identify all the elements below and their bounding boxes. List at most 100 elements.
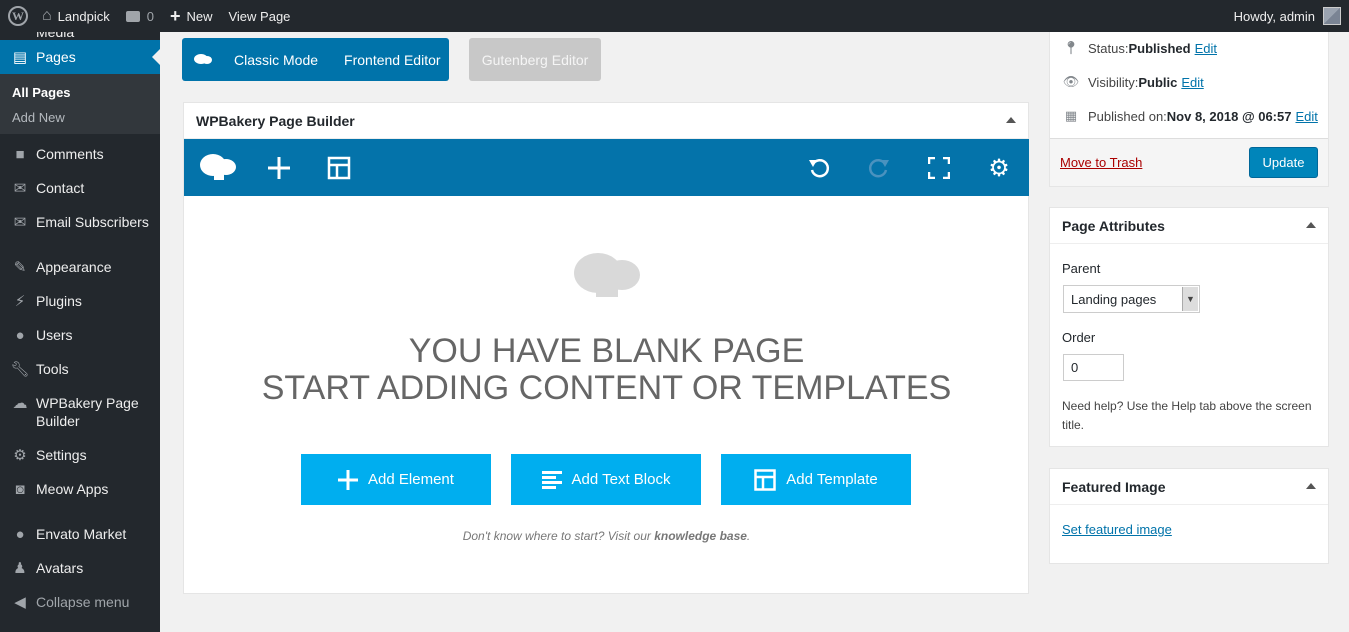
edit-visibility-link[interactable]: Edit — [1181, 75, 1203, 90]
sidebar-item-appearance[interactable]: ✎ Appearance — [0, 250, 160, 284]
sidebar-item-wpbakery[interactable]: ☁ WPBakery Page Builder — [0, 386, 160, 438]
move-to-trash-link[interactable]: Move to Trash — [1060, 155, 1142, 170]
collapse-menu-button[interactable]: ◀ Collapse menu — [0, 585, 160, 619]
add-element-button[interactable]: Add Element — [301, 454, 491, 505]
redo-icon[interactable] — [864, 153, 894, 183]
sidebar-item-meow-apps[interactable]: ◙ Meow Apps — [0, 472, 160, 506]
update-button[interactable]: Update — [1249, 147, 1318, 178]
settings-icon: ⚙ — [13, 447, 27, 464]
howdy-account-link[interactable]: Howdy, admin — [1234, 9, 1315, 24]
sidebar-item-label: Envato Market — [36, 526, 127, 542]
page-attributes-header[interactable]: Page Attributes — [1050, 208, 1328, 244]
avatar-icon: ♟ — [13, 560, 27, 577]
add-element-label: Add Element — [368, 471, 454, 488]
comment-bubble-icon — [125, 10, 140, 22]
sidebar-item-pages[interactable]: ▤ Pages — [0, 40, 160, 74]
settings-gear-icon[interactable]: ⚙ — [984, 153, 1014, 183]
add-text-block-button[interactable]: Add Text Block — [511, 454, 701, 505]
sidebar-item-label: Tools — [36, 361, 69, 377]
sidebar-item-label: Contact — [36, 180, 85, 196]
avatar[interactable] — [1323, 7, 1341, 25]
visibility-value: Public — [1138, 74, 1178, 90]
order-label: Order — [1062, 330, 1096, 345]
published-label: Published on: — [1088, 108, 1167, 124]
panel-title: Page Attributes — [1062, 217, 1165, 234]
fullscreen-icon[interactable] — [924, 153, 954, 183]
pin-icon: 📍︎ — [1062, 40, 1080, 55]
help-prefix: Don't know where to start? Visit our — [462, 529, 655, 543]
mail-icon: ✉ — [13, 214, 27, 231]
sidebar-item-media[interactable]: Media — [0, 32, 160, 40]
envato-icon: ● — [15, 525, 25, 543]
undo-icon[interactable] — [804, 153, 834, 183]
wpbakery-logo-icon[interactable] — [198, 151, 238, 183]
plus-icon: + — [169, 5, 181, 26]
wpbakery-icon: ☁ — [12, 395, 28, 412]
collapse-arrow-icon[interactable] — [1006, 117, 1016, 123]
camera-icon: ◙ — [15, 480, 25, 498]
blank-page-heading: YOU HAVE BLANK PAGE START ADDING CONTENT… — [184, 333, 1029, 407]
site-name-link[interactable]: ⌂ Landpick — [36, 0, 118, 32]
pages-submenu: All Pages Add New — [0, 74, 160, 134]
pages-icon: ▤ — [12, 49, 28, 66]
blank-page-cloud-icon — [572, 249, 642, 304]
status-row: 📍︎ Status: Published Edit — [1062, 40, 1217, 56]
sidebar-item-label: Plugins — [36, 293, 82, 309]
parent-label: Parent — [1062, 261, 1101, 276]
sidebar-item-avatars[interactable]: ♟ Avatars — [0, 551, 160, 585]
blank-page-line2: START ADDING CONTENT OR TEMPLATES — [261, 369, 952, 407]
wpbakery-panel-header[interactable]: WPBakery Page Builder — [184, 103, 1028, 139]
sidebar-item-settings[interactable]: ⚙ Settings — [0, 438, 160, 472]
collapse-arrow-icon[interactable] — [1306, 222, 1316, 228]
comments-link[interactable]: 0 — [118, 0, 162, 32]
status-value: Published — [1128, 40, 1191, 56]
user-icon: ● — [15, 326, 25, 344]
order-input[interactable]: 0 — [1063, 354, 1124, 381]
publish-box: 📍︎ Status: Published Edit 👁︎ Visibility:… — [1049, 20, 1329, 187]
wrench-icon: 🔧︎ — [10, 361, 30, 378]
submenu-add-new[interactable]: Add New — [0, 105, 160, 130]
sidebar-item-comments[interactable]: ■ Comments — [0, 137, 160, 171]
sidebar-item-contact[interactable]: ✉ Contact — [0, 171, 160, 205]
template-icon — [754, 468, 777, 491]
sidebar-item-tools[interactable]: 🔧︎ Tools — [0, 352, 160, 386]
collapse-arrow-icon[interactable] — [1306, 483, 1316, 489]
sidebar-item-email-subscribers[interactable]: ✉ Email Subscribers — [0, 205, 160, 239]
add-template-button[interactable]: Add Template — [721, 454, 911, 505]
submenu-all-pages[interactable]: All Pages — [0, 80, 160, 105]
gutenberg-editor-button[interactable]: Gutenberg Editor — [469, 38, 601, 81]
wp-logo-menu[interactable]: W — [0, 0, 36, 32]
add-element-plus-icon[interactable] — [264, 153, 294, 183]
sidebar-item-label-line2: Builder — [36, 413, 80, 429]
sidebar-item-plugins[interactable]: ⚡ Plugins — [0, 284, 160, 318]
new-content-link[interactable]: + New — [162, 0, 221, 32]
plus-icon — [338, 469, 359, 490]
featured-image-header[interactable]: Featured Image — [1050, 469, 1328, 505]
edit-status-link[interactable]: Edit — [1195, 41, 1217, 56]
edit-date-link[interactable]: Edit — [1295, 109, 1317, 124]
wpbakery-panel: WPBakery Page Builder ⚙ YOU HAVE BLANK P… — [183, 102, 1029, 594]
sidebar-item-label: Appearance — [36, 259, 112, 275]
published-on-row: ▦ Published on: Nov 8, 2018 @ 06:57 Edit — [1062, 108, 1318, 124]
order-input-value: 0 — [1071, 360, 1079, 375]
sidebar-item-envato-market[interactable]: ● Envato Market — [0, 517, 160, 551]
page-attributes-help: Need help? Use the Help tab above the sc… — [1062, 399, 1312, 432]
view-page-link[interactable]: View Page — [220, 0, 298, 32]
templates-icon[interactable] — [324, 153, 354, 183]
new-label: New — [186, 8, 213, 24]
sidebar-item-label: Media — [36, 32, 75, 40]
parent-select[interactable]: Landing pages ▼ — [1063, 285, 1200, 313]
frontend-editor-button[interactable]: Frontend Editor — [344, 52, 441, 68]
visibility-label: Visibility: — [1088, 74, 1139, 90]
set-featured-image-link[interactable]: Set featured image — [1062, 522, 1172, 537]
sidebar-item-users[interactable]: ● Users — [0, 318, 160, 352]
visibility-row: 👁︎ Visibility: Public Edit — [1062, 74, 1204, 90]
classic-mode-button[interactable]: Classic Mode — [234, 52, 318, 68]
parent-select-value: Landing pages — [1071, 291, 1157, 307]
knowledge-base-link[interactable]: knowledge base — [654, 529, 747, 543]
plugin-icon: ⚡ — [14, 293, 26, 310]
site-name-label: Landpick — [57, 8, 110, 24]
publish-actions: Move to Trash Update — [1050, 138, 1328, 186]
comments-icon: ■ — [15, 145, 25, 163]
eye-icon: 👁︎ — [1062, 74, 1080, 89]
